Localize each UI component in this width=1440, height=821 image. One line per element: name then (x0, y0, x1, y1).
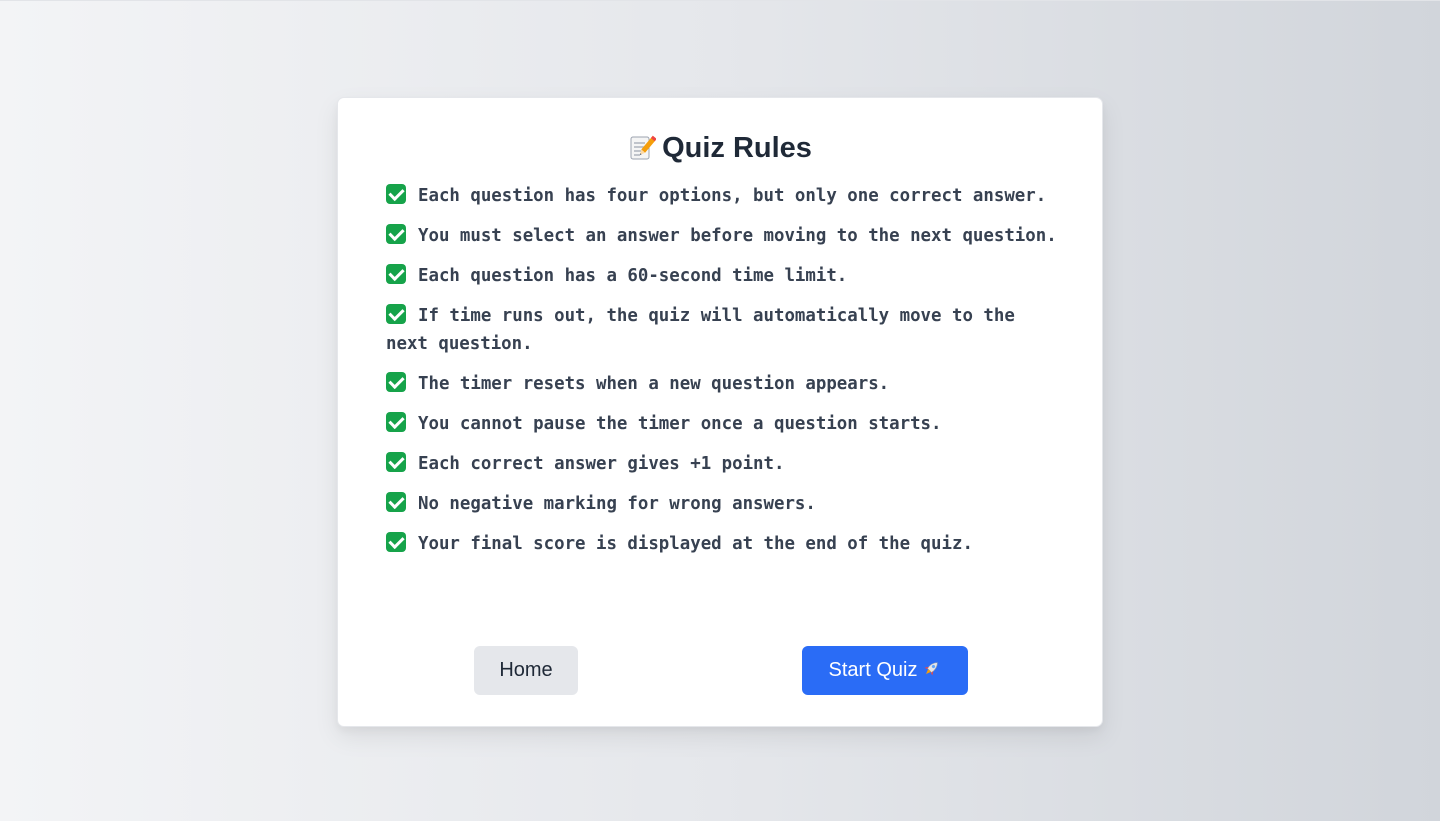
check-mark-icon (386, 224, 406, 244)
rule-text: You cannot pause the timer once a questi… (418, 414, 942, 434)
quiz-rules-card: Quiz Rules Each question has four option… (337, 97, 1103, 727)
page-title-text: Quiz Rules (662, 132, 812, 164)
home-button-label: Home (499, 659, 553, 681)
check-mark-icon (386, 264, 406, 284)
rule-text: You must select an answer before moving … (418, 226, 1057, 246)
rocket-icon (921, 649, 941, 676)
rules-list: Each question has four options, but only… (386, 182, 1066, 570)
rule-item: Each correct answer gives +1 point. (386, 450, 1066, 478)
check-mark-icon (386, 452, 406, 472)
rule-text: If time runs out, the quiz will automati… (386, 306, 1015, 354)
check-mark-icon (386, 412, 406, 432)
rule-item: Each question has a 60-second time limit… (386, 262, 1066, 290)
rule-text: No negative marking for wrong answers. (418, 494, 816, 514)
rule-text: The timer resets when a new question app… (418, 374, 890, 394)
check-mark-icon (386, 184, 406, 204)
rule-item: You must select an answer before moving … (386, 222, 1066, 250)
start-quiz-button[interactable]: Start Quiz (802, 646, 968, 695)
start-quiz-button-label: Start Quiz (828, 659, 918, 681)
check-mark-icon (386, 304, 406, 324)
memo-pencil-icon (628, 132, 657, 160)
rule-item: Each question has four options, but only… (386, 182, 1066, 210)
rule-text: Your final score is displayed at the end… (418, 534, 973, 554)
rule-item: The timer resets when a new question app… (386, 370, 1066, 398)
check-mark-icon (386, 372, 406, 392)
home-button[interactable]: Home (474, 646, 578, 695)
rule-item: If time runs out, the quiz will automati… (386, 302, 1066, 358)
check-mark-icon (386, 532, 406, 552)
rule-item: You cannot pause the timer once a questi… (386, 410, 1066, 438)
rule-item: No negative marking for wrong answers. (386, 490, 1066, 518)
rule-text: Each question has a 60-second time limit… (418, 266, 848, 286)
check-mark-icon (386, 492, 406, 512)
rule-text: Each question has four options, but only… (418, 186, 1047, 206)
rule-item: Your final score is displayed at the end… (386, 530, 1066, 558)
page-title: Quiz Rules (338, 128, 1102, 168)
rule-text: Each correct answer gives +1 point. (418, 454, 785, 474)
